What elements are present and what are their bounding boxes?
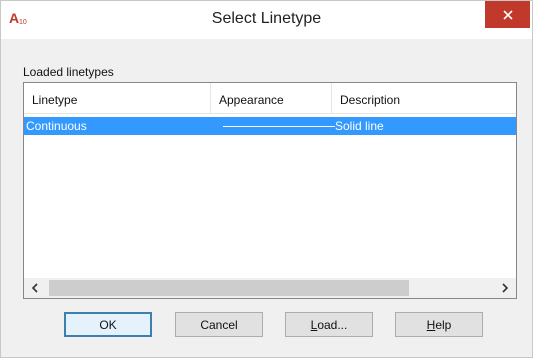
column-header-linetype[interactable]: Linetype	[24, 83, 211, 114]
column-header-description[interactable]: Description	[332, 83, 516, 114]
close-icon	[502, 9, 513, 20]
help-button[interactable]: Help	[395, 312, 483, 337]
scroll-thumb[interactable]	[49, 280, 409, 296]
horizontal-scrollbar[interactable]	[24, 278, 516, 298]
close-button[interactable]	[485, 1, 530, 28]
help-mnemonic: H	[426, 317, 436, 332]
chevron-left-icon	[31, 283, 38, 293]
ok-button[interactable]: OK	[64, 312, 152, 337]
loaded-linetypes-label: Loaded linetypes	[23, 65, 114, 79]
linetype-cell: Continuous	[26, 119, 87, 133]
load-button[interactable]: Load...	[285, 312, 373, 337]
linetype-appearance-sample	[223, 126, 335, 127]
title-bar: A 10 Select Linetype	[1, 1, 532, 39]
linetype-list[interactable]: Linetype Appearance Description Continuo…	[23, 82, 517, 299]
table-row[interactable]: Continuous Solid line	[24, 117, 516, 135]
select-linetype-dialog: A 10 Select Linetype Loaded linetypes Li…	[0, 0, 533, 358]
description-cell: Solid line	[335, 119, 384, 133]
scroll-left-button[interactable]	[24, 278, 46, 298]
column-header-appearance[interactable]: Appearance	[211, 83, 332, 114]
dialog-title: Select Linetype	[211, 10, 322, 27]
help-label: elp	[435, 317, 452, 332]
chevron-right-icon	[502, 283, 509, 293]
load-label: oad...	[317, 317, 348, 332]
scroll-right-button[interactable]	[494, 278, 516, 298]
cancel-button[interactable]: Cancel	[175, 312, 263, 337]
load-mnemonic: L	[310, 317, 318, 332]
